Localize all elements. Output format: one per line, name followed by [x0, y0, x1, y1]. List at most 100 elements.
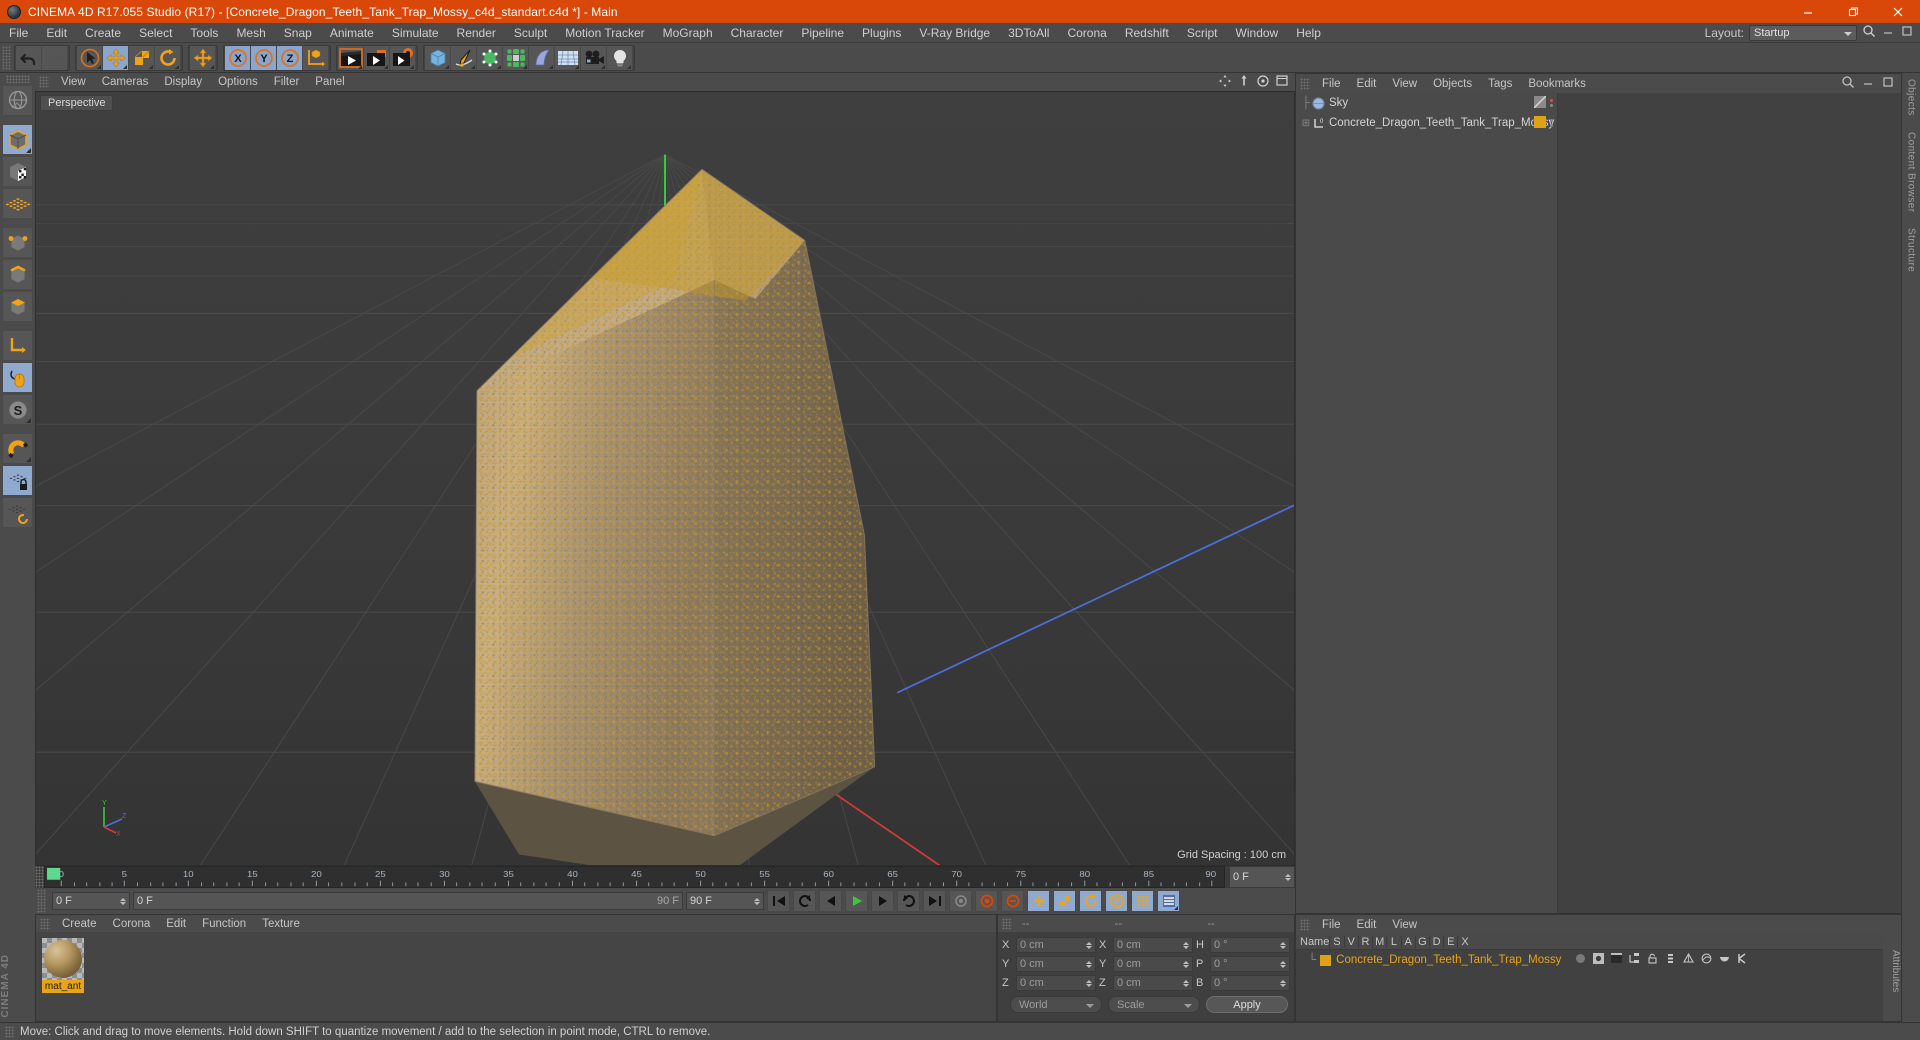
frame-spinner-icon[interactable]: [1285, 873, 1291, 881]
menu-item-animate[interactable]: Animate: [321, 23, 383, 43]
spinner-icon[interactable]: [1183, 979, 1189, 987]
render-settings-button[interactable]: [390, 45, 416, 70]
key-position-button[interactable]: [1027, 890, 1050, 912]
axis-modify-button[interactable]: [2, 330, 33, 361]
render-to-picture-viewer-button[interactable]: [364, 45, 390, 70]
apply-button[interactable]: Apply: [1206, 996, 1288, 1013]
end-frame-field[interactable]: 90 F: [686, 892, 764, 910]
play-button[interactable]: [845, 890, 868, 912]
render-view-button[interactable]: [338, 45, 364, 70]
coord-field-rot-p[interactable]: 0 °: [1210, 956, 1290, 972]
edge-mode-button[interactable]: [2, 259, 33, 290]
key-scale-button[interactable]: [1053, 890, 1076, 912]
menu-item-render[interactable]: Render: [448, 23, 505, 43]
autokeying-button[interactable]: [975, 890, 998, 912]
tag-lock-icon[interactable]: [1647, 953, 1658, 967]
add-deformer-button[interactable]: [503, 45, 529, 70]
record-active-objects-button[interactable]: [949, 890, 972, 912]
coord-field-size-z[interactable]: 0 cm: [1113, 975, 1193, 991]
coordinate-mode-select[interactable]: Scale: [1108, 996, 1200, 1013]
menu-item-create[interactable]: Create: [76, 23, 130, 43]
dock-tab-objects[interactable]: Objects: [1906, 79, 1917, 116]
object-manager-empty-area[interactable]: [1558, 93, 1901, 913]
material-tag-menu-edit[interactable]: Edit: [1349, 919, 1385, 931]
maximize-panel-icon[interactable]: [1900, 24, 1914, 41]
menu-item-corona[interactable]: Corona: [1058, 23, 1115, 43]
viewport-menu-view[interactable]: View: [53, 76, 94, 88]
spinner-icon[interactable]: [1086, 979, 1092, 987]
spinner-icon[interactable]: [1280, 960, 1286, 968]
add-camera-button[interactable]: [581, 45, 607, 70]
object-menu-view[interactable]: View: [1384, 78, 1425, 90]
tag-render-icon[interactable]: [1611, 953, 1623, 967]
tag-generator-icon[interactable]: [1683, 952, 1695, 967]
menu-item-vray-bridge[interactable]: V-Ray Bridge: [910, 23, 999, 43]
go-to-next-key-button[interactable]: [897, 890, 920, 912]
key-rotation-button[interactable]: [1079, 890, 1102, 912]
add-cube-button[interactable]: [425, 45, 451, 70]
object-visibility-dots[interactable]: [1550, 119, 1553, 127]
menu-item-script[interactable]: Script: [1178, 23, 1227, 43]
start-frame-field[interactable]: 0 F: [52, 892, 130, 910]
search-icon[interactable]: [1841, 75, 1855, 92]
expand-toggle-icon[interactable]: ⊞: [1300, 118, 1312, 129]
workplane-rotate-button[interactable]: [2, 497, 33, 528]
pan-view-icon[interactable]: [1218, 74, 1232, 91]
viewport-menu-options[interactable]: Options: [210, 76, 266, 88]
add-light-button[interactable]: [607, 45, 633, 70]
lock-x-axis-button[interactable]: X: [225, 45, 251, 70]
perspective-viewport[interactable]: Perspective Grid Spacing : 100 cm Y Z X: [35, 91, 1295, 866]
point-level-animation-button[interactable]: [1131, 890, 1154, 912]
move-tool[interactable]: [103, 45, 129, 70]
coordinates-grip[interactable]: [1002, 917, 1012, 930]
material-menu-texture[interactable]: Texture: [254, 918, 308, 930]
material-menu-create[interactable]: Create: [54, 918, 105, 930]
coord-field-pos-x[interactable]: 0 cm: [1016, 937, 1096, 953]
menu-item-character[interactable]: Character: [722, 23, 793, 43]
start-frame-spinner-icon[interactable]: [120, 897, 126, 905]
menu-item-motion-tracker[interactable]: Motion Tracker: [556, 23, 653, 43]
polygon-mode-button[interactable]: [2, 291, 33, 322]
spinner-icon[interactable]: [1086, 941, 1092, 949]
tag-expression-icon[interactable]: [1719, 953, 1730, 967]
restore-button[interactable]: [1830, 0, 1875, 23]
object-tree[interactable]: ├ Sky ⊞ 0 Concrete_Dragon_Teeth_Tank_Tra…: [1296, 93, 1558, 913]
add-spline-button[interactable]: [451, 45, 477, 70]
coord-field-size-y[interactable]: 0 cm: [1113, 956, 1193, 972]
menu-item-mograph[interactable]: MoGraph: [654, 23, 722, 43]
menu-item-redshift[interactable]: Redshift: [1116, 23, 1178, 43]
redo-button[interactable]: [42, 45, 68, 70]
menu-item-help[interactable]: Help: [1287, 23, 1330, 43]
object-row-sky[interactable]: ├ Sky: [1296, 93, 1557, 113]
tag-deformer-icon[interactable]: [1701, 953, 1712, 967]
current-frame-field[interactable]: 0 F: [1229, 866, 1295, 888]
menu-item-mesh[interactable]: Mesh: [227, 23, 274, 43]
viewport-menu-cameras[interactable]: Cameras: [94, 76, 157, 88]
layout-select[interactable]: Startup: [1749, 24, 1857, 41]
scale-tool[interactable]: [129, 45, 155, 70]
tag-xpresso-icon[interactable]: [1737, 953, 1748, 967]
dock-tab-content-browser[interactable]: Content Browser: [1906, 132, 1917, 212]
snap-magnet-button[interactable]: [2, 433, 33, 464]
object-menu-file[interactable]: File: [1314, 78, 1349, 90]
close-button[interactable]: [1875, 0, 1920, 23]
rotate-tool[interactable]: [155, 45, 181, 70]
key-parameter-button[interactable]: P: [1105, 890, 1128, 912]
material-tag-icon[interactable]: [1534, 115, 1546, 131]
menu-item-tools[interactable]: Tools: [181, 23, 227, 43]
minimize-button[interactable]: [1785, 0, 1830, 23]
viewport-menu-panel[interactable]: Panel: [307, 76, 352, 88]
tag-circle-icon[interactable]: [1575, 953, 1586, 967]
tag-display-icon[interactable]: [1593, 953, 1605, 967]
material-tag-grip[interactable]: [1300, 918, 1310, 931]
lock-z-axis-button[interactable]: Z: [277, 45, 303, 70]
material-manager-body[interactable]: mat_ant: [36, 932, 996, 1021]
enable-axis-button[interactable]: [2, 362, 33, 393]
coord-field-pos-z[interactable]: 0 cm: [1016, 975, 1096, 991]
menu-item-pipeline[interactable]: Pipeline: [792, 23, 853, 43]
add-scene-object-button[interactable]: [555, 45, 581, 70]
menu-item-edit[interactable]: Edit: [37, 23, 76, 43]
search-icon[interactable]: [1862, 24, 1876, 41]
maximize-panel-icon[interactable]: [1881, 75, 1895, 92]
preview-range-field[interactable]: 0 F 90 F: [133, 892, 683, 910]
